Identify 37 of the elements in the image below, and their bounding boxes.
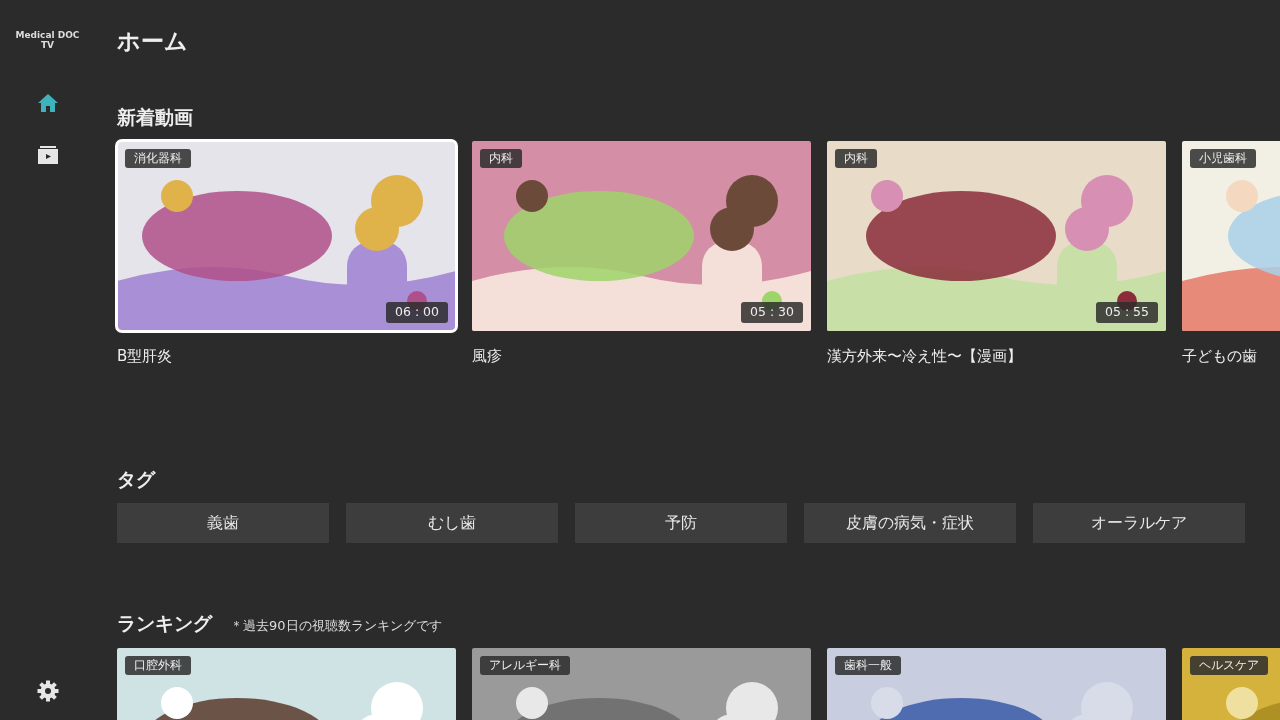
video-thumbnail[interactable]: 小児歯科 [1182,141,1280,331]
video-title: 子どもの歯 [1182,346,1258,367]
category-badge: 消化器科 [125,149,191,169]
category-badge: 内科 [480,149,522,169]
duration-badge: 06 : 00 [386,302,448,323]
tag-button[interactable]: 皮膚の病気・症状 [804,503,1016,543]
video-thumbnail[interactable]: 内科 05 : 30 [472,141,811,331]
video-title: 漢方外来〜冷え性〜【漫画】 [827,346,1023,367]
section-title: ランキング [117,611,212,636]
settings-icon [36,680,59,702]
app-logo: Medical DOC TV [15,30,80,51]
category-badge: 小児歯科 [1190,149,1256,169]
video-title: 風疹 [472,346,503,367]
video-thumbnail[interactable]: アレルギー科 [472,647,811,720]
duration-badge: 05 : 55 [1096,302,1158,323]
tag-button[interactable]: オーラルケア [1033,503,1245,543]
tag-button[interactable]: 義歯 [117,503,329,543]
video-thumbnail[interactable]: 消化器科 06 : 00 [117,141,456,331]
category-badge: アレルギー科 [480,655,570,675]
section-title: 新着動画 [117,104,194,130]
page-title: ホーム [117,27,189,56]
tag-button[interactable]: むし歯 [346,503,558,543]
video-title: B型肝炎 [117,346,174,367]
duration-badge: 05 : 30 [741,302,803,323]
category-badge: ヘルスケア [1190,655,1268,675]
section-title: タグ [117,466,157,492]
category-badge: 歯科一般 [835,655,901,675]
tag-button[interactable]: 予防 [575,503,787,543]
video-thumbnail[interactable]: 歯科一般 [827,647,1166,720]
ranking-note: ＊過去90日の視聴数ランキングです [230,617,442,635]
category-badge: 口腔外科 [125,655,191,675]
category-badge: 内科 [835,149,877,169]
video-thumbnail[interactable]: 口腔外科 [117,647,456,720]
home-icon [36,92,59,113]
video-thumbnail[interactable]: 内科 05 : 55 [827,141,1166,331]
folder-play-icon [36,144,59,165]
video-thumbnail[interactable]: ヘルスケア [1182,647,1280,720]
